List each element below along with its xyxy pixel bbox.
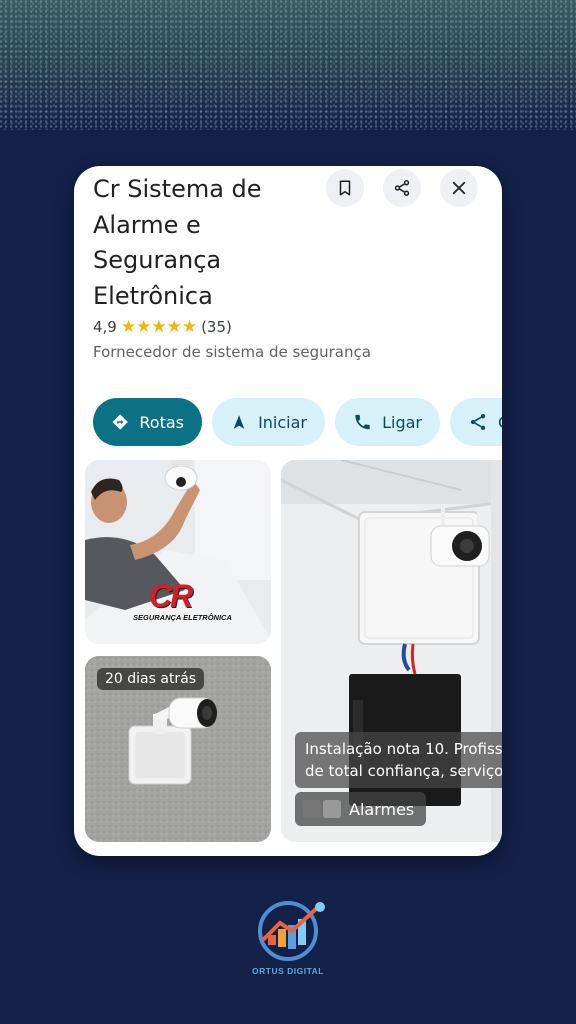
- place-title: Cr Sistema de Alarme e Segurança Eletrôn…: [93, 175, 262, 310]
- navigation-arrow-icon: [233, 415, 245, 429]
- share-icon: [394, 180, 410, 196]
- place-category: Fornecedor de sistema de segurança: [93, 343, 371, 361]
- cr-logo-letters: CR: [149, 578, 193, 614]
- review-snippet: Instalação nota 10. Profiss de total con…: [295, 732, 502, 788]
- rating-stars: ★★★★★: [120, 317, 198, 337]
- alarms-chip[interactable]: Alarmes: [295, 792, 427, 826]
- brand-name: ORTUS DIGITAL: [252, 966, 324, 976]
- phone-icon: [355, 414, 370, 430]
- start-label: Iniciar: [258, 412, 307, 432]
- alarms-chip-label: Alarmes: [349, 799, 415, 819]
- noise-texture-band: [0, 0, 576, 130]
- bookmark-icon: [339, 180, 351, 196]
- close-button[interactable]: [440, 169, 478, 207]
- review-line-2: de total confiança, serviço: [305, 762, 502, 780]
- share-action-button[interactable]: C: [450, 398, 502, 446]
- start-button[interactable]: Iniciar: [212, 398, 325, 446]
- review-count: (35): [201, 318, 232, 336]
- rating-row[interactable]: 4,9 ★★★★★ (35): [93, 317, 232, 337]
- photo-technician[interactable]: CR SEGURANÇA ELETRÔNICA: [85, 460, 271, 644]
- alarm-thumb-icon: [303, 800, 321, 818]
- photo-bullet-camera[interactable]: 20 dias atrás: [85, 656, 271, 842]
- rating-value: 4,9: [93, 318, 117, 336]
- save-button[interactable]: [326, 169, 364, 207]
- share-icon: [470, 414, 486, 430]
- share-label: C: [498, 413, 502, 432]
- review-line-1: Instalação nota 10. Profiss: [305, 740, 502, 758]
- call-label: Ligar: [382, 412, 422, 432]
- photo-time-badge: 20 dias atrás: [97, 668, 205, 690]
- close-icon: [452, 181, 466, 195]
- routes-button[interactable]: Rotas: [93, 398, 202, 446]
- place-card: Cr Sistema de Alarme e Segurança Eletrôn…: [74, 166, 502, 856]
- cr-logo-subtitle: SEGURANÇA ELETRÔNICA: [133, 613, 232, 622]
- growth-chart-logo-icon: [258, 901, 325, 961]
- photo-installation[interactable]: Instalação nota 10. Profiss de total con…: [281, 460, 502, 842]
- alarm-thumb-icon: [323, 800, 341, 818]
- directions-icon: [112, 414, 128, 430]
- call-button[interactable]: Ligar: [335, 398, 440, 446]
- share-button[interactable]: [383, 169, 421, 207]
- routes-label: Rotas: [139, 412, 184, 432]
